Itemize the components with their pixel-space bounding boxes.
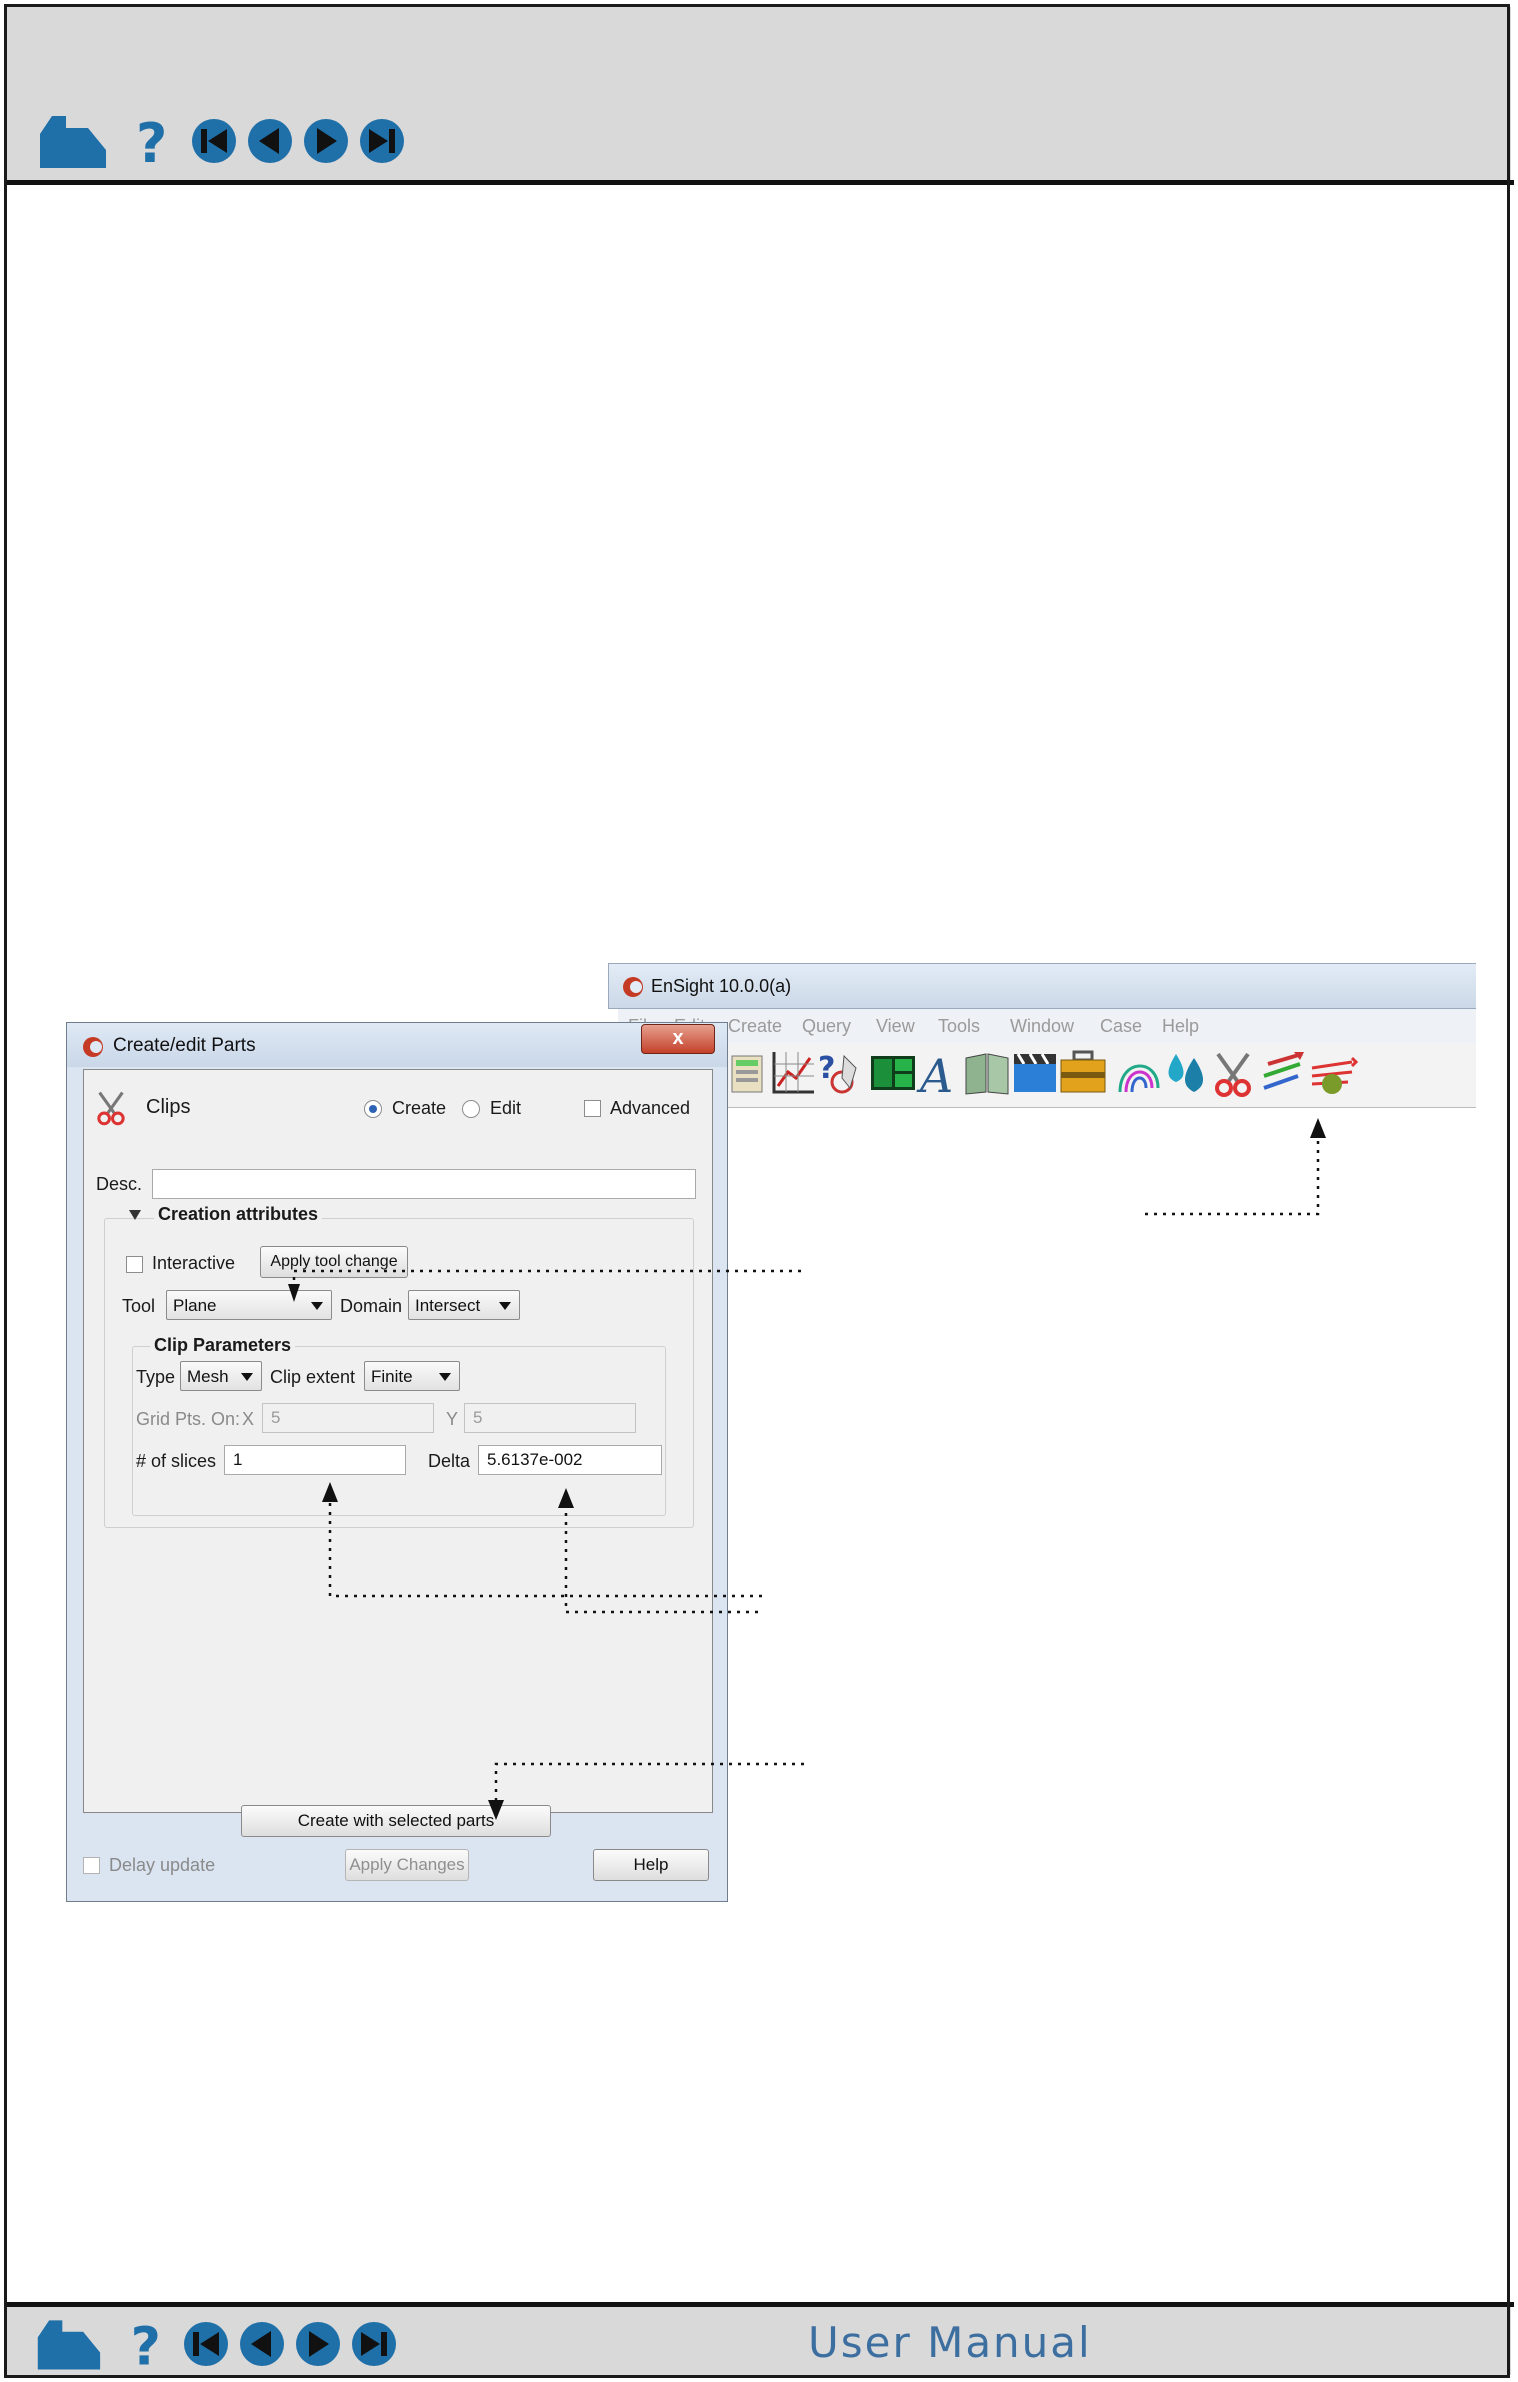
callout-slices — [328, 1490, 762, 1598]
callout-delta — [564, 1496, 758, 1614]
arrowhead — [558, 1488, 574, 1508]
arrowhead — [1310, 1118, 1326, 1138]
callout-leaders — [288, 1118, 1326, 1820]
callout-clip-icon — [1145, 1126, 1320, 1216]
callout-tool-select — [292, 1269, 801, 1296]
arrowhead — [322, 1482, 338, 1502]
arrowhead — [288, 1284, 300, 1302]
arrowhead — [488, 1800, 504, 1820]
callout-create-button — [494, 1762, 804, 1812]
